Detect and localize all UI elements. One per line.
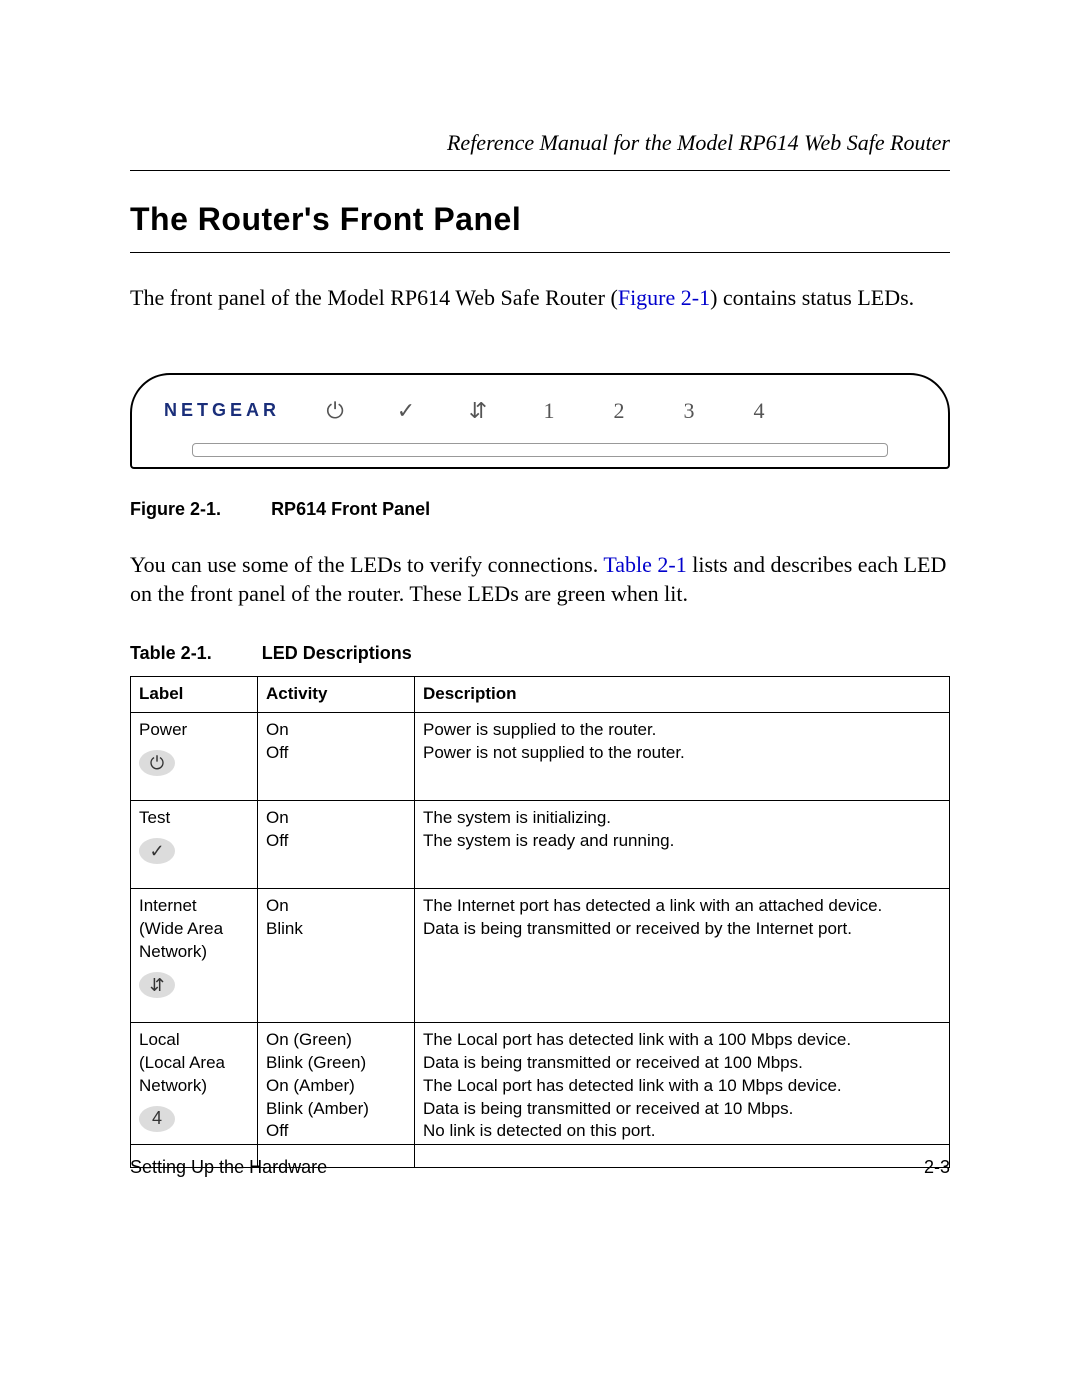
port3-label: 3 [654, 398, 724, 424]
intro-pre: The front panel of the Model RP614 Web S… [130, 285, 618, 310]
description-cell: The system is initializing.The system is… [415, 800, 950, 888]
activity-line: Blink (Green) [266, 1052, 406, 1075]
label-line: Power [139, 719, 249, 742]
port2-label: 2 [584, 398, 654, 424]
activity-line: Off [266, 742, 406, 765]
col-activity: Activity [258, 677, 415, 713]
description-line: Power is not supplied to the router. [423, 742, 941, 765]
header-rule [130, 170, 950, 171]
table-row: Power⏻OnOffPower is supplied to the rout… [131, 713, 950, 801]
col-description: Description [415, 677, 950, 713]
description-line: Data is being transmitted or received at… [423, 1052, 941, 1075]
activity-line: Blink [266, 918, 406, 941]
figure-number: Figure 2-1. [130, 499, 221, 519]
led-icon: ⇵ [139, 972, 175, 998]
intro-paragraph: The front panel of the Model RP614 Web S… [130, 283, 950, 313]
description-cell: Power is supplied to the router.Power is… [415, 713, 950, 801]
test-icon: ✓ [370, 398, 442, 424]
table-crossref[interactable]: Table 2-1 [603, 552, 686, 577]
activity-line: Blink (Amber) [266, 1098, 406, 1121]
table-number: Table 2-1. [130, 643, 212, 663]
table-title: LED Descriptions [262, 643, 412, 663]
table-row: Test✓OnOffThe system is initializing.The… [131, 800, 950, 888]
label-line: (Wide Area [139, 918, 249, 941]
activity-line: On [266, 807, 406, 830]
section-heading: The Router's Front Panel [130, 201, 950, 238]
description-cell: The Internet port has detected a link wi… [415, 888, 950, 1022]
led-icon: ✓ [139, 838, 175, 864]
intro-post: ) contains status LEDs. [710, 285, 914, 310]
description-line: The system is ready and running. [423, 830, 941, 853]
label-line: Network) [139, 1075, 249, 1098]
label-cell: Internet(Wide AreaNetwork) ⇵ [131, 888, 258, 1022]
activity-line: On [266, 895, 406, 918]
figure-crossref[interactable]: Figure 2-1 [618, 285, 710, 310]
panel-outline: NETGEAR ⏻ ✓ ⇵ 1 2 3 4 [130, 373, 950, 469]
label-line: (Local Area [139, 1052, 249, 1075]
label-cell: Test ✓ [131, 800, 258, 888]
table-intro-paragraph: You can use some of the LEDs to verify c… [130, 550, 950, 609]
figure-title: RP614 Front Panel [271, 499, 430, 519]
label-line: Local [139, 1029, 249, 1052]
port1-label: 1 [514, 398, 584, 424]
port4-label: 4 [724, 398, 794, 424]
footer-rule [130, 1144, 950, 1145]
front-panel-figure: NETGEAR ⏻ ✓ ⇵ 1 2 3 4 [130, 373, 950, 469]
footer-page-number: 2-3 [924, 1157, 950, 1178]
table-row: Internet(Wide AreaNetwork) ⇵ OnBlink The In… [131, 888, 950, 1022]
activity-line: On (Amber) [266, 1075, 406, 1098]
activity-line: Off [266, 830, 406, 853]
table-header-row: Label Activity Description [131, 677, 950, 713]
panel-led-row: ⏻ ✓ ⇵ 1 2 3 4 [280, 398, 938, 424]
activity-line: On (Green) [266, 1029, 406, 1052]
description-line: Data is being transmitted or received by… [423, 918, 941, 941]
running-header: Reference Manual for the Model RP614 Web… [130, 130, 950, 156]
led-descriptions-table: Label Activity Description Power⏻OnOffPo… [130, 676, 950, 1168]
activity-cell: OnOff [258, 713, 415, 801]
description-line: Data is being transmitted or received at… [423, 1098, 941, 1121]
table-caption: Table 2-1. LED Descriptions [130, 643, 950, 664]
description-line: The Local port has detected link with a … [423, 1075, 941, 1098]
footer-chapter-title: Setting Up the Hardware [130, 1157, 327, 1178]
label-line: Internet [139, 895, 249, 918]
heading-rule [130, 252, 950, 253]
activity-cell: OnBlink [258, 888, 415, 1022]
label-line: Network) [139, 941, 249, 964]
panel-bottom-edge [192, 443, 888, 457]
label-line: Test [139, 807, 249, 830]
led-icon: 4 [139, 1106, 175, 1132]
col-label: Label [131, 677, 258, 713]
activity-cell: OnOff [258, 800, 415, 888]
description-line: The system is initializing. [423, 807, 941, 830]
netgear-logo: NETGEAR [164, 400, 280, 421]
description-line: The Local port has detected link with a … [423, 1029, 941, 1052]
led-icon: ⏻ [139, 750, 175, 776]
mid-pre: You can use some of the LEDs to verify c… [130, 552, 603, 577]
description-line: The Internet port has detected a link wi… [423, 895, 941, 918]
description-line: Power is supplied to the router. [423, 719, 941, 742]
label-cell: Power ⏻ [131, 713, 258, 801]
internet-icon: ⇵ [442, 398, 514, 424]
power-icon: ⏻ [300, 398, 370, 424]
activity-line: On [266, 719, 406, 742]
figure-caption: Figure 2-1. RP614 Front Panel [130, 499, 950, 520]
